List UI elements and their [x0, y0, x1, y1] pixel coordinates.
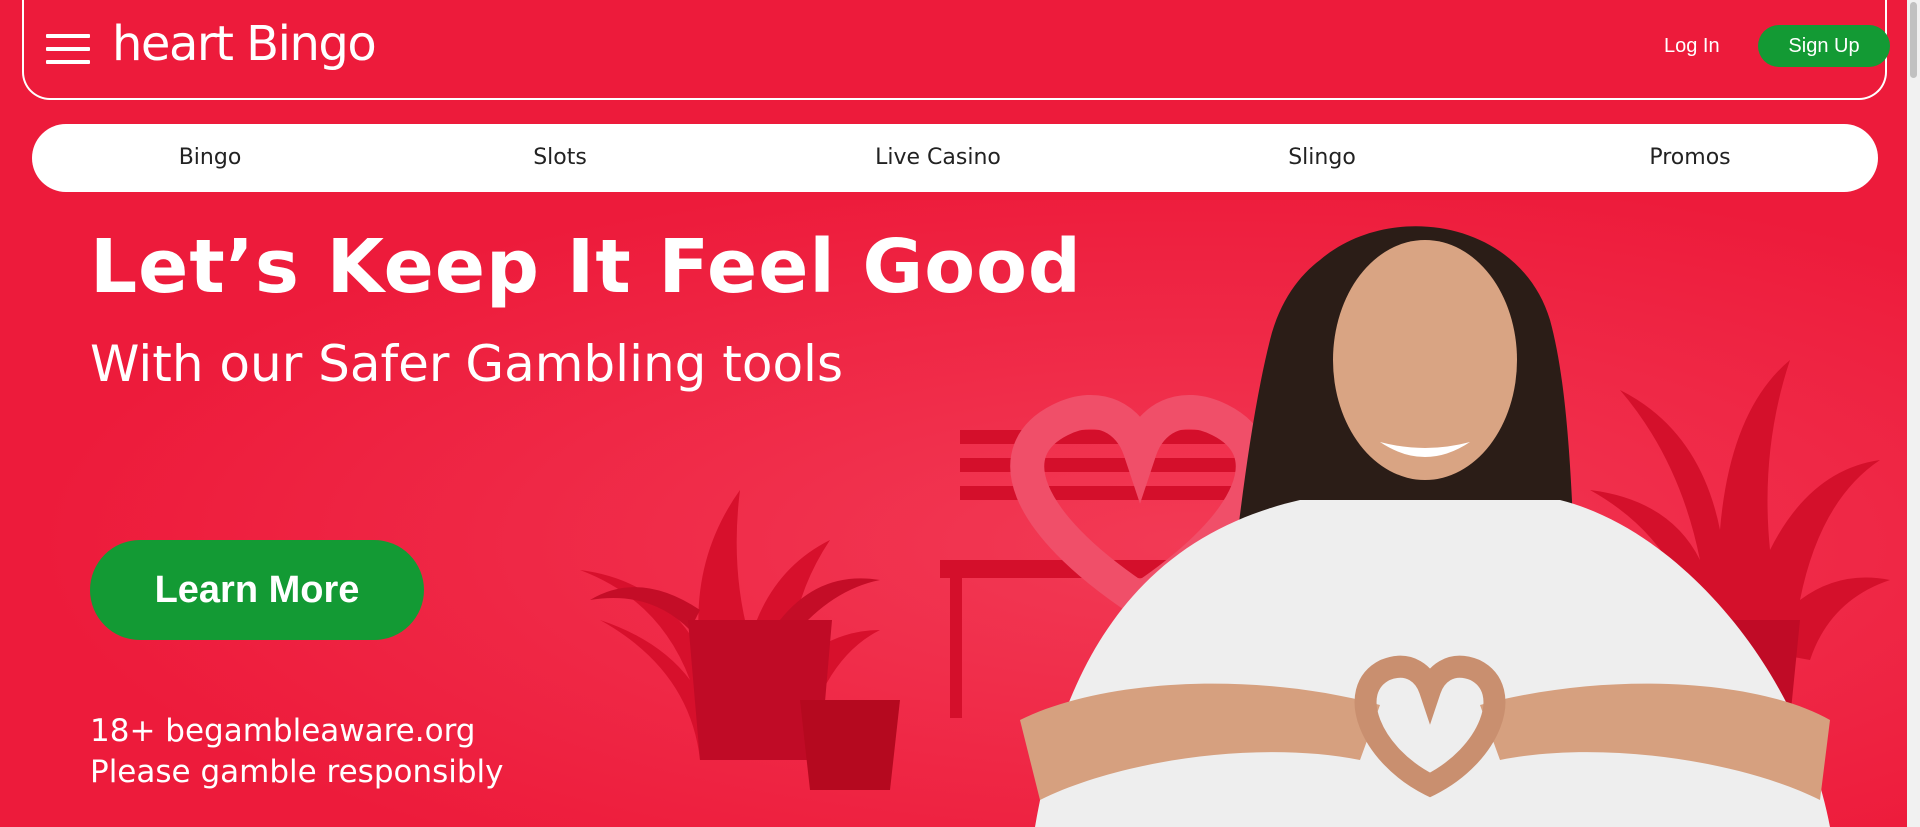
nav-item-live-casino[interactable]: Live Casino	[875, 124, 1001, 192]
signup-button[interactable]: Sign Up	[1758, 25, 1890, 67]
hero-headline: Let’s Keep It Feel Good	[90, 224, 1082, 310]
gamble-aware-disclaimer: 18+ begambleaware.org	[90, 713, 476, 749]
heart-bingo-logo[interactable]: heart Bingo	[112, 14, 377, 74]
main-nav: Bingo Slots Live Casino Slingo Promos	[32, 124, 1878, 192]
plant-pot-small	[800, 700, 900, 790]
nav-item-slots[interactable]: Slots	[533, 124, 587, 192]
hamburger-menu-icon[interactable]	[46, 32, 90, 66]
nav-item-promos[interactable]: Promos	[1649, 124, 1730, 192]
vertical-scrollbar[interactable]	[1907, 0, 1920, 827]
site-header: heart Bingo Log In Sign Up	[22, 0, 1890, 100]
responsible-gambling-note: Please gamble responsibly	[90, 754, 504, 790]
login-link[interactable]: Log In	[1664, 34, 1720, 58]
nav-item-bingo[interactable]: Bingo	[179, 124, 242, 192]
learn-more-button[interactable]: Learn More	[90, 540, 424, 640]
scrollbar-thumb[interactable]	[1910, 2, 1917, 78]
nav-item-slingo[interactable]: Slingo	[1288, 124, 1356, 192]
hero-subheadline: With our Safer Gambling tools	[90, 335, 844, 393]
